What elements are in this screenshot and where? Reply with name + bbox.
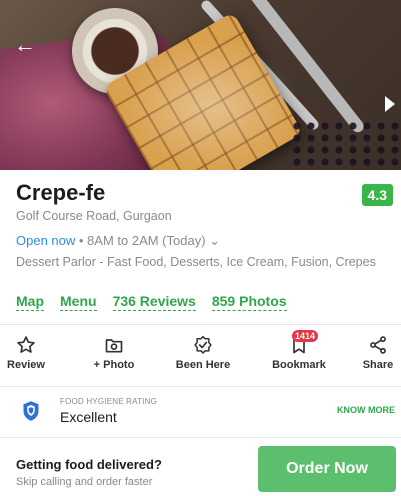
bookmark-button[interactable]: 1414 Bookmark [268,330,330,371]
shield-icon [23,401,39,421]
chevron-down-icon: ⌄ [209,233,221,248]
share-label: Share [362,359,394,371]
restaurant-address: Golf Course Road, Gurgaon [16,209,172,223]
delivery-title: Getting food delivered? [16,457,162,472]
order-now-button[interactable]: Order Now [258,446,396,492]
add-photo-label: + Photo [93,359,135,371]
cuisine-list: Dessert Parlor - Fast Food, Desserts, Ic… [16,255,376,269]
action-bar: Review + Photo Been Here 1414 Bookmark S… [0,330,401,378]
map-link[interactable]: Map [16,293,44,311]
delivery-subtitle: Skip calling and order faster [16,476,153,488]
bookmark-label: Bookmark [272,359,326,371]
info-links: Map Menu 736 Reviews 859 Photos [16,293,287,311]
photos-link[interactable]: 859 Photos [211,293,287,311]
hygiene-label: FOOD HYGIENE RATING [60,397,157,406]
know-more-link[interactable]: KNOW MORE [337,405,395,415]
open-status: Open now [16,233,76,248]
hero-image[interactable]: ← [0,0,401,170]
back-arrow-icon[interactable]: ← [12,32,38,58]
add-photo-button[interactable]: + Photo [88,334,140,371]
opening-hours[interactable]: Open now • 8AM to 2AM (Today) ⌄ [16,233,220,249]
star-outline-icon [17,336,35,353]
review-label: Review [7,359,45,371]
hero-sugar [120,40,300,170]
been-here-button[interactable]: Been Here [172,334,234,371]
bookmark-count-badge: 1414 [292,330,319,342]
share-icon [370,336,386,354]
divider [0,386,401,387]
next-arrow-icon[interactable] [385,96,395,112]
divider [0,437,401,438]
menu-link[interactable]: Menu [60,293,97,311]
hours-text: • 8AM to 2AM (Today) [75,233,210,248]
check-badge-icon [194,335,212,354]
restaurant-name: Crepe-fe [16,180,106,205]
hygiene-value: Excellent [60,409,117,425]
hero-berries [290,120,400,170]
reviews-link[interactable]: 736 Reviews [112,293,196,311]
share-button[interactable]: Share [358,334,398,371]
review-button[interactable]: Review [6,334,46,371]
camera-folder-icon [105,339,123,353]
been-here-label: Been Here [175,359,231,371]
divider [0,324,401,325]
rating-badge[interactable]: 4.3 [361,184,393,206]
